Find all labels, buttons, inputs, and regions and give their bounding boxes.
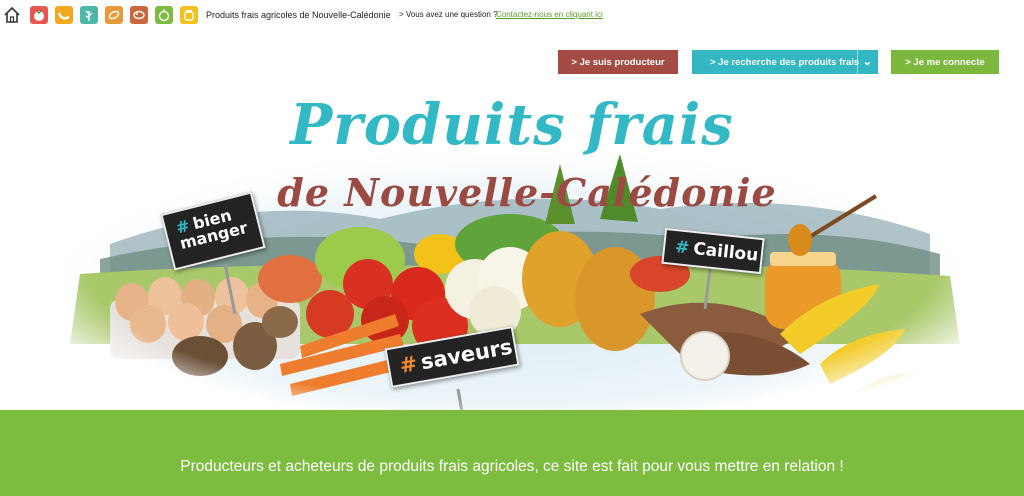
- tomato-icon[interactable]: [30, 6, 48, 24]
- hash-symbol: #: [397, 351, 420, 379]
- top-bar: Produits frais agricoles de Nouvelle-Cal…: [0, 0, 1024, 30]
- question-text: > Vous avez une question ?: [399, 10, 498, 19]
- login-button[interactable]: > Je me connecte: [891, 50, 999, 74]
- grain-icon[interactable]: [105, 6, 123, 24]
- honey-icon[interactable]: [180, 6, 198, 24]
- home-icon[interactable]: [3, 6, 21, 24]
- caillou-text: Caillou: [692, 238, 760, 266]
- search-products-button[interactable]: > Je recherche des produits frais ⌄: [692, 50, 878, 74]
- hero-title-line2: de Nouvelle-Calédonie: [277, 170, 777, 215]
- chevron-down-icon[interactable]: ⌄: [863, 55, 872, 68]
- tagline-text: Producteurs et acheteurs de produits fra…: [180, 458, 844, 475]
- fruit-icon[interactable]: [155, 6, 173, 24]
- banana-icon[interactable]: [55, 6, 73, 24]
- producer-button[interactable]: > Je suis producteur: [558, 50, 678, 74]
- hero-title-line1: Produits frais: [290, 92, 734, 158]
- tagline-banner: Producteurs et acheteurs de produits fra…: [0, 410, 1024, 496]
- contact-link[interactable]: Contactez-nous en cliquant ici: [496, 10, 603, 19]
- hero-banner: Produits frais de Nouvelle-Calédonie #bi…: [0, 84, 1024, 412]
- button-separator: [857, 50, 858, 74]
- category-icons: [30, 6, 198, 24]
- hash-symbol: #: [674, 237, 691, 259]
- saveurs-text: saveurs: [419, 334, 515, 375]
- meat-icon[interactable]: [130, 6, 148, 24]
- herb-icon[interactable]: [80, 6, 98, 24]
- search-products-label: > Je recherche des produits frais: [710, 56, 860, 68]
- site-label: Produits frais agricoles de Nouvelle-Cal…: [206, 10, 391, 20]
